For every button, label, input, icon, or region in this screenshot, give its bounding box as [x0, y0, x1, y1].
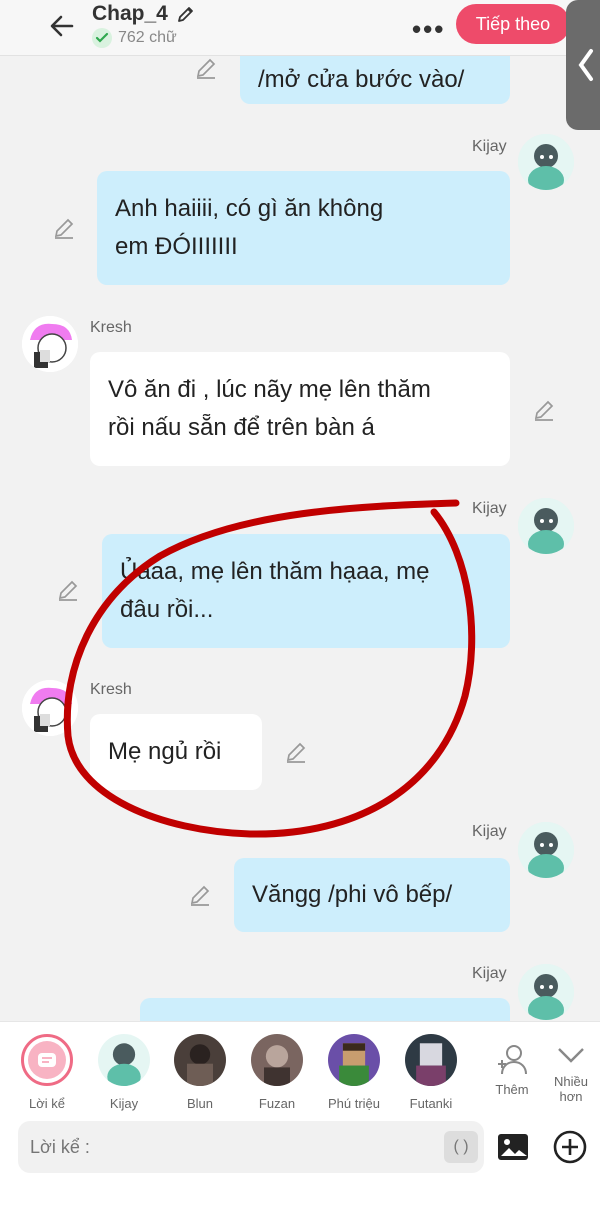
edit-message-icon[interactable] — [56, 578, 82, 604]
chevron-down-icon — [545, 1040, 597, 1070]
chapter-title-text: Chap_4 — [92, 2, 168, 25]
edit-message-icon[interactable] — [52, 216, 78, 242]
image-icon[interactable] — [496, 1131, 530, 1163]
side-drawer-handle[interactable] — [566, 0, 600, 130]
message-text: rồi nấu sẵn để trên bàn á — [108, 414, 375, 441]
edit-message-icon[interactable] — [194, 56, 220, 82]
add-icon[interactable] — [552, 1129, 588, 1165]
message-bubble[interactable]: /mở cửa bước vào/ — [240, 56, 510, 104]
character-label: Blun — [186, 1096, 214, 1111]
character-futanki[interactable]: Futanki — [399, 1034, 463, 1111]
avatar — [251, 1034, 303, 1086]
speaker-name: Kijay — [472, 965, 507, 982]
add-person-icon — [486, 1040, 538, 1080]
message-text: Vô ăn đi , lúc nãy mẹ lên thăm — [108, 376, 431, 403]
avatar — [405, 1034, 457, 1086]
message-text: /mở cửa bước vào/ — [258, 66, 465, 93]
character-blun[interactable]: Blun — [168, 1034, 232, 1111]
more-characters-button[interactable]: Nhiều hơn — [539, 1034, 600, 1104]
avatar — [328, 1034, 380, 1086]
message-text: đâu rồi... — [120, 596, 214, 623]
message-text: Mẹ ngủ rồi — [108, 738, 222, 765]
speaker-name: Kijay — [472, 823, 507, 840]
narration-icon — [21, 1034, 73, 1086]
message-bubble[interactable] — [140, 998, 510, 1021]
character-phu-trieu[interactable]: Phú triệu — [322, 1034, 386, 1111]
avatar — [518, 498, 574, 554]
speaker-name: Kresh — [90, 681, 132, 698]
avatar — [518, 822, 574, 878]
chapter-title-block: Chap_4 762 chữ — [92, 2, 196, 48]
paren-insert-button[interactable]: ( ) — [444, 1131, 478, 1163]
speaker-name: Kresh — [90, 319, 132, 336]
character-label: Kijay — [109, 1096, 139, 1111]
message-bubble[interactable]: Mẹ ngủ rồi — [90, 714, 262, 790]
edit-icon — [177, 7, 193, 22]
avatar — [22, 316, 78, 372]
character-label: Nhiều hơn — [554, 1074, 588, 1104]
word-count-text: 762 chữ — [118, 29, 177, 46]
edit-message-icon[interactable] — [532, 398, 558, 424]
character-narration[interactable]: Lời kể — [15, 1034, 79, 1111]
avatar — [98, 1034, 150, 1086]
message-bubble[interactable]: Ủaaa, mẹ lên thăm hạaa, mẹ đâu rồi... — [102, 534, 510, 648]
message-text: Văngg /phi vô bếp/ — [252, 881, 453, 908]
character-label: Phú triệu — [327, 1096, 381, 1111]
narration-input[interactable] — [18, 1121, 484, 1173]
chevron-left-icon — [578, 49, 593, 81]
message-text: em ĐÓIIIIIII — [115, 233, 238, 260]
avatar — [174, 1034, 226, 1086]
character-label: Lời kể — [29, 1096, 65, 1111]
character-selector-bar: Lời kể Kijay Blun Fuzan Phú triệu Futank… — [0, 1021, 600, 1117]
edit-message-icon[interactable] — [188, 883, 214, 909]
composer: ( ) — [0, 1117, 600, 1227]
chat-area[interactable]: /mở cửa bước vào/ Kijay Anh haiiii, có g… — [0, 56, 600, 1021]
check-icon — [92, 28, 112, 48]
back-arrow-icon — [50, 15, 74, 37]
character-kijay[interactable]: Kijay — [92, 1034, 156, 1111]
character-label: Fuzan — [258, 1096, 296, 1111]
message-bubble[interactable]: Anh haiiii, có gì ăn không em ĐÓIIIIIII — [97, 171, 510, 285]
message-bubble[interactable]: Văngg /phi vô bếp/ — [234, 858, 510, 932]
speaker-name: Kijay — [472, 500, 507, 517]
word-count: 762 chữ — [92, 28, 196, 48]
message-text: Anh haiiii, có gì ăn không — [115, 195, 384, 222]
app-header: Chap_4 762 chữ ••• Tiếp theo — [0, 0, 600, 56]
more-options-icon[interactable]: ••• — [412, 14, 445, 45]
speaker-name: Kijay — [472, 138, 507, 155]
chapter-title[interactable]: Chap_4 — [92, 2, 196, 26]
add-character-button[interactable]: Thêm — [480, 1034, 544, 1097]
character-fuzan[interactable]: Fuzan — [245, 1034, 309, 1111]
edit-message-icon[interactable] — [284, 740, 310, 766]
next-chapter-button[interactable]: Tiếp theo — [456, 4, 570, 44]
avatar — [22, 680, 78, 736]
message-bubble[interactable]: Vô ăn đi , lúc nãy mẹ lên thăm rồi nấu s… — [90, 352, 510, 466]
avatar — [518, 134, 574, 190]
avatar — [518, 964, 574, 1020]
message-text: Ủaaa, mẹ lên thăm hạaa, mẹ — [120, 558, 430, 585]
character-label: Futanki — [409, 1096, 453, 1111]
back-button[interactable] — [44, 8, 80, 44]
character-label: Thêm — [495, 1082, 529, 1097]
